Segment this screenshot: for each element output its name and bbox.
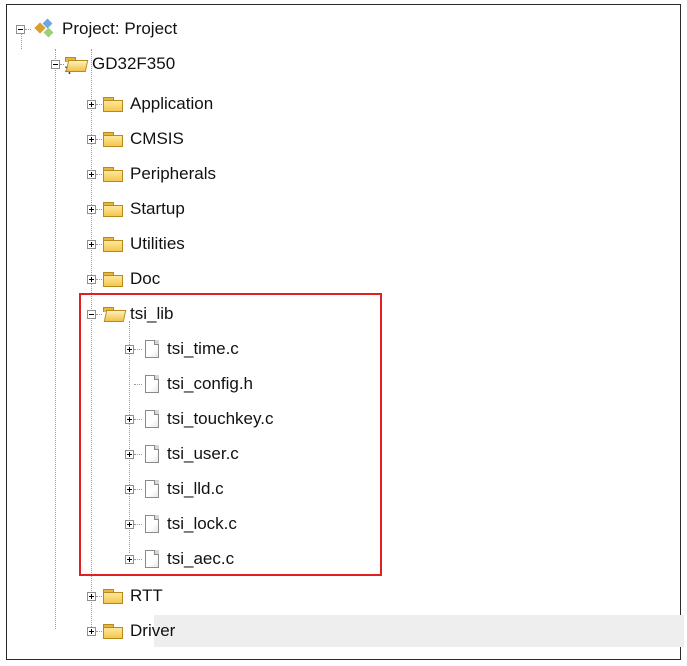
folder-icon	[102, 131, 124, 148]
group-label: Startup	[130, 199, 185, 218]
target-label: GD32F350	[92, 54, 176, 73]
expand-icon[interactable]	[87, 99, 96, 109]
tree-connector	[134, 453, 142, 455]
project-tree-panel: Project: Project ✲ GD32F350 Application …	[6, 4, 684, 660]
expand-icon[interactable]	[87, 274, 96, 284]
project-icon	[34, 18, 56, 39]
tree-connector	[134, 383, 142, 385]
group-label: tsi_lib	[130, 304, 174, 323]
group-label: CMSIS	[130, 129, 184, 148]
expand-icon[interactable]	[87, 134, 96, 144]
folder-icon	[102, 236, 124, 253]
folder-icon	[102, 96, 124, 113]
expand-icon[interactable]	[125, 554, 134, 564]
tree-node-group[interactable]: CMSIS	[87, 123, 184, 155]
folder-open-icon	[102, 306, 127, 323]
c-file-icon	[145, 514, 161, 534]
folder-icon	[102, 166, 124, 183]
folder-icon	[102, 588, 124, 605]
c-file-icon	[145, 549, 161, 569]
expand-icon[interactable]	[87, 626, 96, 636]
folder-icon	[102, 271, 124, 288]
expand-icon[interactable]	[125, 414, 134, 424]
expand-icon[interactable]	[87, 204, 96, 214]
tree-node-group[interactable]: Doc	[87, 263, 160, 295]
expand-icon[interactable]	[87, 591, 96, 601]
c-file-icon	[145, 409, 161, 429]
tree-guide-line	[55, 49, 56, 629]
tree-node-project[interactable]: Project: Project	[16, 13, 177, 45]
tree-node-group[interactable]: Application	[87, 88, 213, 120]
tree-node-file[interactable]: tsi_aec.c	[125, 543, 234, 575]
expand-icon[interactable]	[125, 344, 134, 354]
tree-connector	[134, 488, 142, 490]
file-label: tsi_lld.c	[167, 479, 224, 498]
selected-row-background	[154, 615, 684, 647]
tree-node-target[interactable]: ✲ GD32F350	[51, 48, 175, 80]
file-label: tsi_lock.c	[167, 514, 237, 533]
tree-node-group[interactable]: RTT	[87, 580, 163, 612]
c-file-icon	[145, 479, 161, 499]
collapse-icon[interactable]	[16, 24, 25, 34]
tree-node-file[interactable]: tsi_lock.c	[125, 508, 237, 540]
collapse-icon[interactable]	[87, 309, 96, 319]
file-label: tsi_touchkey.c	[167, 409, 274, 428]
tree-node-file[interactable]: tsi_user.c	[125, 438, 239, 470]
collapse-icon[interactable]	[51, 59, 60, 69]
expand-icon[interactable]	[125, 519, 134, 529]
expand-icon[interactable]	[87, 239, 96, 249]
tree-node-group[interactable]: Utilities	[87, 228, 185, 260]
group-label: Driver	[130, 621, 176, 640]
tree-node-group[interactable]: Startup	[87, 193, 185, 225]
tree-node-group-selected[interactable]: Driver	[87, 615, 175, 647]
project-label: Project: Project	[62, 19, 178, 38]
tree-node-group[interactable]: Peripherals	[87, 158, 216, 190]
h-file-icon	[145, 374, 161, 394]
file-label: tsi_time.c	[167, 339, 239, 358]
file-label: tsi_aec.c	[167, 549, 235, 568]
folder-icon	[102, 201, 124, 218]
tree-node-file[interactable]: tsi_touchkey.c	[125, 403, 273, 435]
expand-icon[interactable]	[125, 484, 134, 494]
c-file-icon	[145, 339, 161, 359]
folder-icon	[102, 623, 124, 640]
group-label: Doc	[130, 269, 161, 288]
group-label: Utilities	[130, 234, 185, 253]
tree-node-file[interactable]: tsi_time.c	[125, 333, 239, 365]
file-label: tsi_user.c	[167, 444, 239, 463]
group-label: RTT	[130, 586, 163, 605]
tree-connector	[134, 348, 142, 350]
expand-icon[interactable]	[87, 169, 96, 179]
file-label: tsi_config.h	[167, 374, 253, 393]
target-folder-open-icon: ✲	[64, 56, 89, 76]
tree-node-file[interactable]: tsi_config.h	[125, 368, 253, 400]
expand-icon[interactable]	[125, 449, 134, 459]
c-file-icon	[145, 444, 161, 464]
project-tree: Project: Project ✲ GD32F350 Application …	[7, 5, 684, 659]
tree-connector	[25, 28, 31, 30]
tree-node-tsi-lib[interactable]: tsi_lib	[87, 298, 173, 330]
tree-connector	[134, 523, 142, 525]
tree-node-file[interactable]: tsi_lld.c	[125, 473, 224, 505]
group-label: Application	[130, 94, 214, 113]
tree-connector	[134, 558, 142, 560]
tree-connector	[134, 418, 142, 420]
group-label: Peripherals	[130, 164, 216, 183]
